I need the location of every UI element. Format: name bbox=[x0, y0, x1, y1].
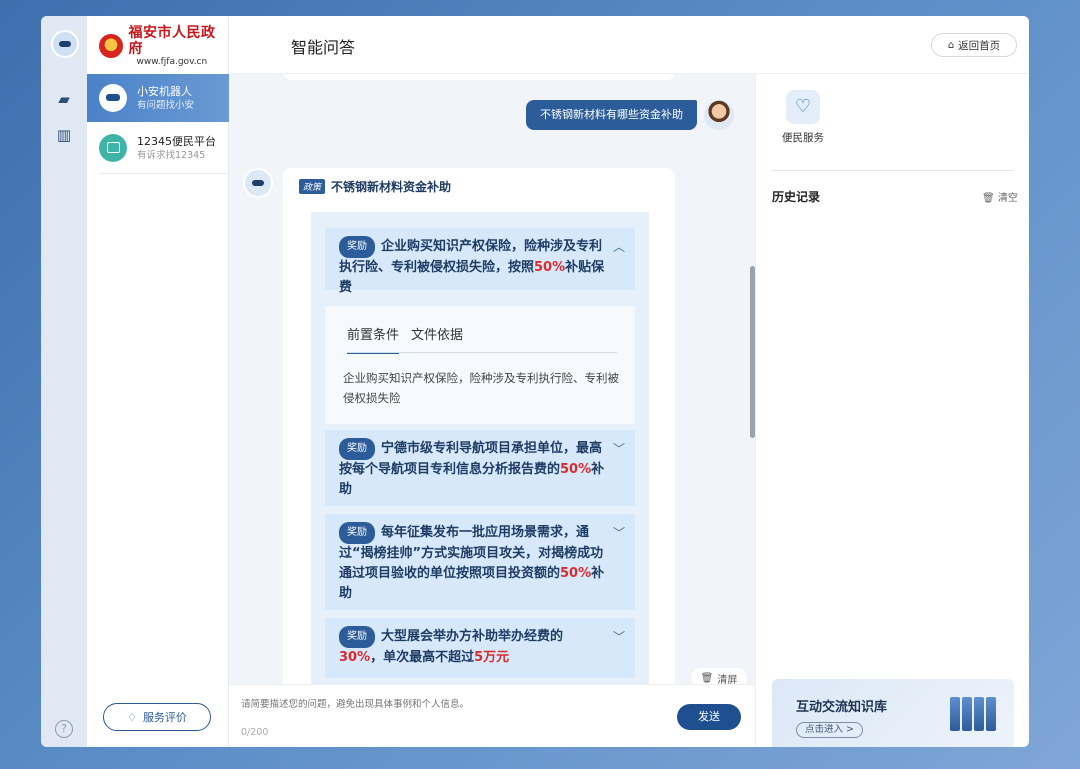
channel-subtitle: 有诉求找12345 bbox=[137, 149, 206, 161]
chevron-down-icon[interactable]: ﹀ bbox=[613, 440, 625, 457]
gov-logo[interactable]: 福安市人民政府 www.fjfa.gov.cn bbox=[99, 25, 228, 67]
policy-tag: 政策 bbox=[299, 179, 326, 194]
clear-history-label: 清空 bbox=[997, 193, 1018, 204]
service-label: 便民服务 bbox=[782, 132, 824, 144]
channel-12345-platform[interactable]: 12345便民平台 有诉求找12345 bbox=[87, 124, 229, 172]
back-home-label: 返回首页 bbox=[958, 39, 1001, 52]
logo-url: www.fjfa.gov.cn bbox=[136, 57, 208, 67]
handshake-heart-icon: ♡ bbox=[786, 90, 820, 124]
page-title: 智能问答 bbox=[291, 38, 356, 57]
library-icon[interactable]: ▥ bbox=[53, 126, 75, 144]
user-message: 不锈钢新材料有哪些资金补助 bbox=[526, 100, 697, 130]
chevron-down-icon[interactable]: ﹀ bbox=[613, 524, 625, 541]
books-icon bbox=[950, 697, 996, 731]
message-composer: 0/200 发送 bbox=[229, 684, 755, 747]
kb-enter-button[interactable]: 点击进入 > bbox=[796, 722, 863, 738]
tab-documents[interactable]: 文件依据 bbox=[411, 324, 463, 354]
app-window: ▰ ▥ ? 福安市人民政府 www.fjfa.gov.cn 小安机器人 有问题找… bbox=[41, 16, 1029, 747]
subsidy-text: ，单次最高不超过 bbox=[370, 650, 475, 665]
answer-title: 不锈钢新材料资金补助 bbox=[331, 180, 452, 194]
chevron-up-icon[interactable]: ︿ bbox=[613, 238, 625, 255]
tab-prerequisites[interactable]: 前置条件 bbox=[347, 324, 400, 354]
reward-badge: 奖励 bbox=[339, 236, 375, 258]
bot-answer-card: 政策 不锈钢新材料资金补助 奖励 企业购买知识产权保险，险种涉及专利执行险、专利被… bbox=[283, 168, 675, 684]
send-button[interactable]: 发送 bbox=[677, 704, 741, 730]
kb-title: 互动交流知识库 bbox=[796, 700, 888, 715]
subsidy-percent: 30% bbox=[339, 650, 371, 665]
service-platform-icon bbox=[99, 134, 127, 162]
bell-icon: ♢ bbox=[127, 710, 137, 724]
clear-screen-label: 清屏 bbox=[717, 674, 738, 685]
national-emblem-icon bbox=[99, 34, 123, 58]
channel-xiaoan-robot[interactable]: 小安机器人 有问题找小安 bbox=[87, 74, 229, 122]
subsidy-item[interactable]: 奖励 大型展会举办方补助举办经费的 30%，单次最高不超过5万元 ﹀ bbox=[325, 618, 635, 678]
clear-screen-button[interactable]: 🗑 清屏 bbox=[691, 668, 747, 684]
header: 智能问答 ⌂ 返回首页 bbox=[229, 16, 1029, 74]
subsidy-text: 大型展会举办方补助举办经费的 bbox=[381, 629, 564, 644]
back-home-button[interactable]: ⌂ 返回首页 bbox=[931, 33, 1017, 57]
knowledge-base-card[interactable]: 互动交流知识库 点击进入 > bbox=[772, 679, 1014, 747]
divider bbox=[772, 170, 1014, 171]
channel-title: 小安机器人 bbox=[137, 84, 192, 98]
reward-badge: 奖励 bbox=[339, 626, 375, 648]
subsidy-list: 奖励 企业购买知识产权保险，险种涉及专利执行险、专利被侵权损失险，按照50%补贴保… bbox=[311, 212, 649, 684]
channel-title: 12345便民平台 bbox=[137, 134, 216, 148]
logo-title: 福安市人民政府 bbox=[128, 25, 216, 57]
bot-avatar bbox=[243, 168, 273, 198]
message-input[interactable] bbox=[241, 695, 661, 713]
sidebar: 福安市人民政府 www.fjfa.gov.cn 小安机器人 有问题找小安 123… bbox=[87, 16, 229, 747]
service-rating-label: 服务评价 bbox=[142, 711, 187, 724]
service-rating-button[interactable]: ♢ 服务评价 bbox=[103, 703, 211, 731]
home-icon: ⌂ bbox=[947, 39, 955, 51]
previous-message-bubble bbox=[283, 74, 675, 80]
icon-rail: ▰ ▥ ? bbox=[41, 16, 87, 747]
subsidy-percent: 50% bbox=[560, 566, 592, 581]
detail-body: 企业购买知识产权保险，险种涉及专利执行险、专利被侵权损失险 bbox=[343, 371, 619, 405]
clear-history-button[interactable]: 🗑 清空 bbox=[982, 189, 1018, 204]
reward-badge: 奖励 bbox=[339, 438, 375, 460]
robot-avatar-icon bbox=[51, 30, 79, 58]
divider bbox=[99, 173, 229, 174]
char-counter: 0/200 bbox=[241, 727, 269, 738]
user-avatar bbox=[704, 100, 734, 130]
convenience-service-shortcut[interactable]: ♡ 便民服务 bbox=[780, 90, 826, 145]
chat-area[interactable]: 不锈钢新材料有哪些资金补助 政策 不锈钢新材料资金补助 奖励 企业购买知识产权保险… bbox=[229, 74, 755, 684]
chat-icon[interactable]: ▰ bbox=[53, 90, 75, 108]
channel-subtitle: 有问题找小安 bbox=[137, 99, 195, 111]
subsidy-item[interactable]: 奖励 企业购买知识产权保险，险种涉及专利执行险、专利被侵权损失险，按照50%补贴保… bbox=[325, 228, 635, 295]
right-panel: ♡ 便民服务 历史记录 🗑 清空 互动交流知识库 点击进入 > bbox=[755, 74, 1029, 747]
chevron-down-icon[interactable]: ﹀ bbox=[613, 628, 625, 645]
subsidy-item[interactable]: 奖励 宁德市级专利导航项目承担单位，最高按每个导航项目专利信息分析报告费的50%补… bbox=[325, 430, 635, 506]
subsidy-percent: 50% bbox=[534, 260, 566, 275]
subsidy-detail: 前置条件 文件依据 企业购买知识产权保险，险种涉及专利执行险、专利被侵权损失险 bbox=[325, 306, 635, 424]
trash-icon: 🗑 bbox=[700, 672, 714, 684]
subsidy-percent: 50% bbox=[560, 462, 592, 477]
help-icon[interactable]: ? bbox=[55, 720, 73, 738]
subsidy-item[interactable]: 奖励 每年征集发布一批应用场景需求，通过“揭榜挂帅”方式实施项目攻关，对揭榜成功通… bbox=[325, 514, 635, 610]
trash-icon: 🗑 bbox=[982, 193, 995, 204]
tab-underline bbox=[347, 352, 617, 353]
robot-icon bbox=[99, 84, 127, 112]
reward-badge: 奖励 bbox=[339, 522, 375, 544]
history-title: 历史记录 bbox=[772, 190, 821, 204]
subsidy-amount: 5万元 bbox=[474, 650, 510, 665]
